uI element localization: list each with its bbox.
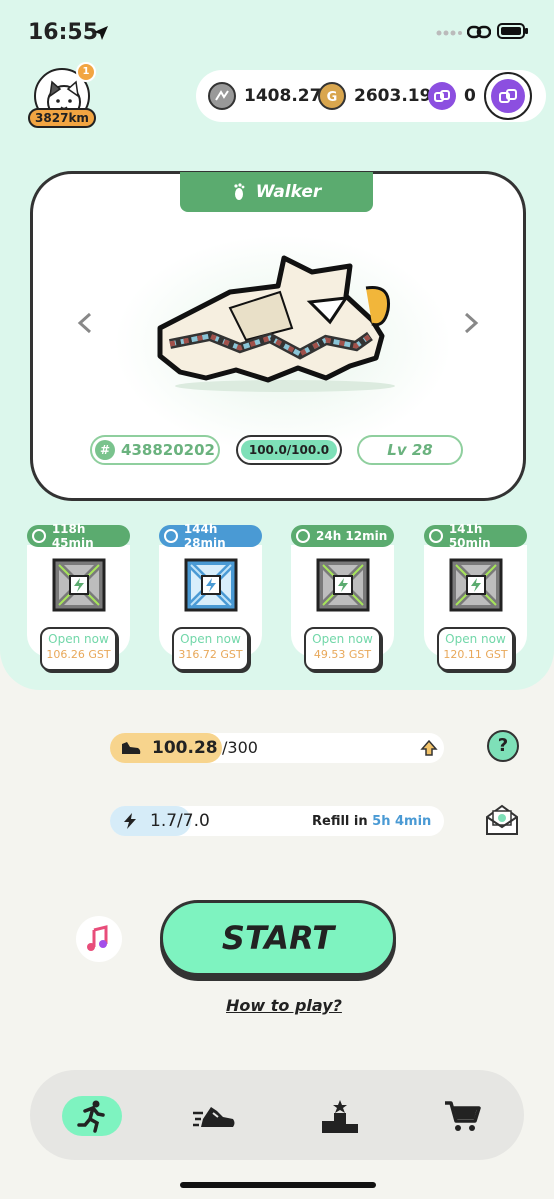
sol-balance[interactable]: 0 bbox=[428, 82, 476, 110]
mystery-box-timer: 24h 12min bbox=[291, 525, 394, 547]
clock-icon bbox=[296, 529, 310, 543]
open-now-label: Open now bbox=[445, 632, 506, 646]
mystery-box[interactable]: 144h 28min Open now 316.72 GST bbox=[159, 522, 262, 675]
sneaker-id-value: 438820202 bbox=[121, 441, 215, 459]
nav-run[interactable] bbox=[62, 1096, 122, 1136]
help-button[interactable]: ? bbox=[487, 730, 519, 762]
durability-current: 100.28 bbox=[152, 738, 218, 758]
mystery-box-timer-label: 118h 45min bbox=[51, 522, 94, 550]
wallet-button[interactable] bbox=[484, 72, 532, 120]
gmt-balance[interactable]: 1408.27 bbox=[208, 82, 321, 110]
clock-icon bbox=[429, 529, 443, 543]
durability-pill: 100.0/100.0 bbox=[236, 435, 342, 465]
refill-time: 5h 4min bbox=[372, 814, 432, 829]
gmt-coin-icon bbox=[208, 82, 236, 110]
sneaker-icon bbox=[193, 1107, 235, 1127]
nav-leaderboard[interactable] bbox=[310, 1096, 370, 1136]
status-bar: 16:55 bbox=[0, 0, 554, 60]
open-cost: 316.72 GST bbox=[178, 648, 243, 661]
gst-balance[interactable]: G 2603.19 bbox=[318, 82, 431, 110]
sol-value: 0 bbox=[464, 86, 476, 106]
clock-icon bbox=[164, 529, 178, 543]
open-now-button[interactable]: Open now 316.72 GST bbox=[172, 627, 249, 671]
bottom-nav bbox=[30, 1070, 524, 1160]
polygon-coin-icon bbox=[428, 82, 456, 110]
footprint-icon bbox=[234, 183, 245, 200]
cart-icon bbox=[445, 1101, 481, 1131]
distance-badge: 3827km bbox=[28, 108, 96, 128]
upgrade-arrow-icon[interactable] bbox=[420, 739, 438, 757]
mystery-box[interactable]: 24h 12min Open now 49.53 GST bbox=[291, 525, 394, 675]
sneaker-image bbox=[157, 255, 395, 392]
open-now-label: Open now bbox=[180, 632, 241, 646]
battery-icon bbox=[497, 23, 528, 39]
mystery-box-timer-label: 144h 28min bbox=[183, 522, 226, 550]
durability-value: 100.0/100.0 bbox=[241, 440, 337, 460]
gst-value: 2603.19 bbox=[354, 86, 432, 106]
mystery-box-timer-label: 141h 50min bbox=[448, 522, 491, 550]
mystery-box-icon bbox=[449, 558, 503, 612]
sneaker-id: # 438820202 bbox=[90, 435, 220, 465]
mystery-box-timer: 144h 28min bbox=[159, 522, 262, 550]
status-time: 16:55 bbox=[28, 20, 99, 45]
refill-label: Refill in bbox=[312, 814, 368, 829]
lightning-icon bbox=[124, 813, 136, 829]
podium-icon bbox=[322, 1100, 358, 1133]
mystery-box[interactable]: 141h 50min Open now 120.11 GST bbox=[424, 522, 527, 675]
running-man-icon bbox=[77, 1100, 105, 1133]
location-arrow-icon bbox=[94, 26, 108, 40]
nav-sneakers[interactable] bbox=[184, 1096, 244, 1136]
gmt-value: 1408.27 bbox=[244, 86, 322, 106]
nav-market[interactable] bbox=[432, 1096, 492, 1136]
durability-max: /300 bbox=[222, 738, 258, 757]
open-now-button[interactable]: Open now 106.26 GST bbox=[40, 627, 117, 671]
refill-text: Refill in 5h 4min bbox=[312, 814, 431, 829]
open-now-label: Open now bbox=[48, 632, 109, 646]
open-cost: 120.11 GST bbox=[443, 648, 508, 661]
open-now-button[interactable]: Open now 120.11 GST bbox=[437, 627, 514, 671]
energy-value: 1.7/7.0 bbox=[150, 811, 210, 831]
open-cost: 106.26 GST bbox=[46, 648, 111, 661]
home-indicator bbox=[180, 1182, 376, 1188]
mystery-box[interactable]: 118h 45min Open now 106.26 GST bbox=[27, 522, 130, 675]
mystery-box-timer: 118h 45min bbox=[27, 522, 130, 550]
music-button[interactable] bbox=[76, 916, 122, 962]
mystery-box-icon bbox=[316, 558, 370, 612]
sneaker-type-tab: Walker bbox=[180, 172, 373, 212]
notification-badge: 1 bbox=[76, 62, 96, 82]
music-note-icon bbox=[87, 925, 108, 951]
start-button[interactable]: START bbox=[160, 900, 396, 976]
mystery-box-icon bbox=[184, 558, 238, 612]
polygon-icon bbox=[491, 79, 525, 113]
clock-icon bbox=[32, 529, 46, 543]
mystery-box-timer: 141h 50min bbox=[424, 522, 527, 550]
open-now-button[interactable]: Open now 49.53 GST bbox=[304, 627, 381, 671]
shoe-icon bbox=[122, 742, 141, 754]
level-pill: Lv 28 bbox=[357, 435, 463, 465]
open-cost: 49.53 GST bbox=[313, 648, 372, 661]
link-icon bbox=[467, 25, 491, 39]
open-now-label: Open now bbox=[312, 632, 373, 646]
chevron-right-icon[interactable] bbox=[462, 312, 480, 334]
durability-bar: 100.28 /300 bbox=[110, 733, 444, 763]
mystery-box-timer-label: 24h 12min bbox=[316, 529, 388, 543]
chevron-left-icon[interactable] bbox=[76, 312, 94, 334]
how-to-play-link[interactable]: How to play? bbox=[226, 996, 342, 1015]
signal-icon bbox=[436, 30, 462, 36]
sneaker-type-label: Walker bbox=[255, 182, 322, 202]
mail-gift-icon[interactable] bbox=[484, 803, 520, 837]
hash-icon: # bbox=[95, 440, 116, 460]
gst-coin-icon: G bbox=[318, 82, 346, 110]
mystery-box-icon bbox=[52, 558, 106, 612]
svg-text:G: G bbox=[327, 90, 338, 104]
